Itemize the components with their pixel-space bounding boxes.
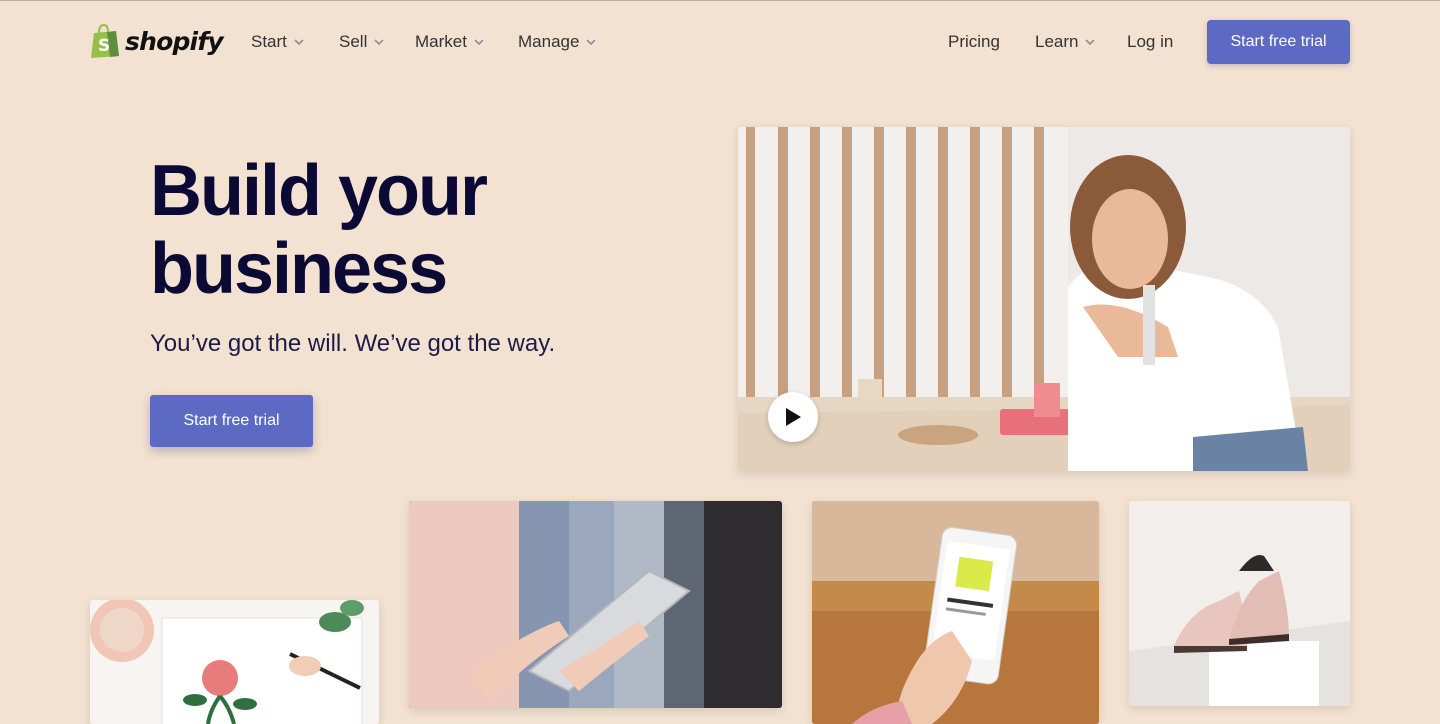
nav-manage[interactable]: Manage <box>518 30 597 54</box>
nav-market-label: Market <box>415 32 467 51</box>
hero-video-image <box>738 127 1350 471</box>
play-icon <box>786 408 801 426</box>
nav-sell[interactable]: Sell <box>339 30 384 54</box>
phone-image <box>812 501 1099 724</box>
chevron-down-icon <box>1085 39 1096 46</box>
nav-pricing[interactable]: Pricing <box>948 30 1000 54</box>
nav-start-label: Start <box>251 32 287 51</box>
top-navigation: S shopify Start Sell Market Manage Prici… <box>0 0 1440 84</box>
nav-login-label: Log in <box>1127 32 1174 51</box>
chevron-down-icon <box>374 39 384 46</box>
nav-sell-label: Sell <box>339 32 368 51</box>
hero-title-line-2: business <box>150 229 448 309</box>
shopping-bag-icon: S <box>91 24 119 58</box>
hero-subtitle: You’ve got the will. We’ve got the way. <box>150 330 556 357</box>
thumbnail-shoes <box>1129 501 1350 706</box>
video-play-button[interactable] <box>768 392 818 442</box>
tablet-image <box>409 501 782 708</box>
nav-start-free-trial-button[interactable]: Start free trial <box>1207 20 1350 64</box>
nav-start[interactable]: Start <box>251 30 304 54</box>
thumbnail-sketchbook <box>90 600 379 724</box>
brand-name: shopify <box>125 26 224 56</box>
hero-title: Build your business <box>150 152 610 308</box>
hero-start-free-trial-button[interactable]: Start free trial <box>150 395 313 447</box>
nav-market[interactable]: Market <box>415 30 484 54</box>
nav-pricing-label: Pricing <box>948 32 1000 51</box>
chevron-down-icon <box>474 39 484 46</box>
nav-learn[interactable]: Learn <box>1035 30 1096 54</box>
nav-learn-label: Learn <box>1035 32 1079 51</box>
shopify-logo[interactable]: S shopify <box>90 24 224 58</box>
nav-manage-label: Manage <box>518 32 580 51</box>
thumbnail-phone <box>812 501 1099 724</box>
chevron-down-icon <box>294 39 304 46</box>
nav-login[interactable]: Log in <box>1127 30 1173 54</box>
sketchbook-image <box>90 600 379 724</box>
thumbnail-tablet <box>409 501 782 708</box>
hero-title-line-1: Build your <box>150 151 488 231</box>
hero-video[interactable] <box>738 127 1350 471</box>
shoes-image <box>1129 501 1350 706</box>
svg-text:S: S <box>98 36 110 56</box>
chevron-down-icon <box>586 39 597 46</box>
